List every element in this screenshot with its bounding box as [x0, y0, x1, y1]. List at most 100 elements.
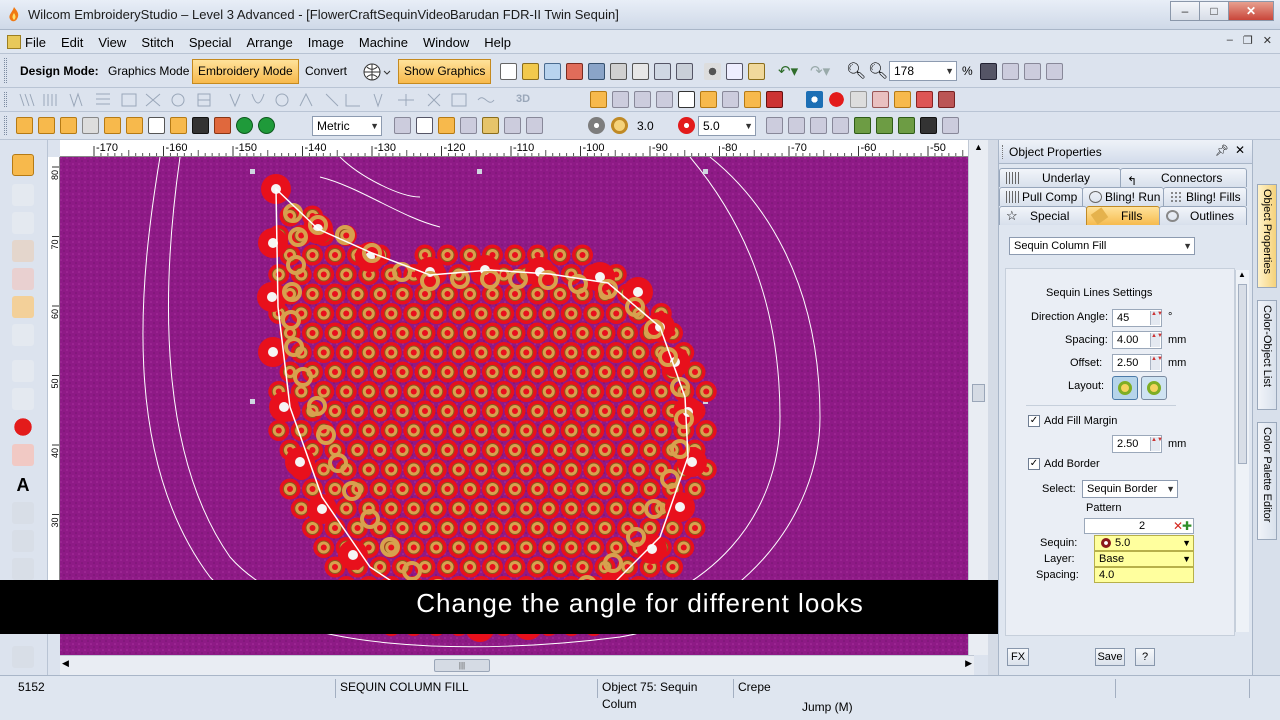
freehand-icon[interactable]	[82, 117, 99, 134]
menu-special[interactable]: Special	[189, 35, 241, 50]
monogram-tool-icon[interactable]	[12, 530, 34, 552]
tab-outlines[interactable]: Outlines	[1159, 206, 1247, 225]
direction-angle-input[interactable]: 45 ▲▼	[1112, 309, 1163, 327]
machine-icon[interactable]	[676, 63, 693, 80]
menu-edit[interactable]: Edit	[61, 35, 92, 50]
document-icon[interactable]	[7, 35, 21, 49]
fill-type-select[interactable]: Sequin Column Fill ▼	[1009, 237, 1195, 255]
scroll-left-icon[interactable]: ◀	[62, 658, 69, 669]
applique-icon[interactable]	[12, 444, 34, 466]
save-icon[interactable]	[588, 63, 605, 80]
panel-grip[interactable]	[1002, 145, 1005, 159]
open-template-icon[interactable]	[544, 63, 561, 80]
export-icon[interactable]	[566, 63, 583, 80]
zoom-box-icon[interactable]	[980, 63, 997, 80]
dock-tab-color-object-list[interactable]: Color-Object List	[1257, 300, 1277, 410]
tab-connectors[interactable]: ↰ Connectors	[1120, 168, 1247, 188]
weld-icon[interactable]	[526, 117, 543, 134]
add-border-checkbox[interactable]: ✓	[1028, 458, 1040, 470]
properties-scroll-thumb[interactable]	[1238, 284, 1247, 464]
lettering-icon[interactable]	[482, 117, 499, 134]
sequin-manual-icon[interactable]	[810, 117, 827, 134]
stitch-type-icons[interactable]	[16, 91, 516, 109]
photo-flash-icon[interactable]	[214, 117, 231, 134]
measure-icon[interactable]	[394, 117, 411, 134]
reshape-icon[interactable]	[12, 184, 34, 206]
3d-button[interactable]: 3D	[516, 93, 530, 105]
sequin-mode-icon[interactable]	[588, 117, 605, 134]
tatami-icon[interactable]	[148, 117, 165, 134]
pin-icon[interactable]: 📌︎	[1215, 144, 1229, 157]
sequin-fill-icon[interactable]	[788, 117, 805, 134]
sequin-colum-fill-icon[interactable]	[876, 117, 893, 134]
show-connectors-icon[interactable]	[678, 91, 695, 108]
menu-view[interactable]: View	[98, 35, 135, 50]
zoom-combo[interactable]: 178 ▼	[889, 61, 957, 81]
sequin-2-size-combo[interactable]: 5.0 ▼	[698, 116, 756, 136]
zoom-out-icon[interactable]: 🔍︎	[868, 61, 888, 81]
tab-bling-fills[interactable]: Bling! Fills	[1163, 187, 1247, 206]
sequin-bead-icon[interactable]	[898, 117, 915, 134]
menu-help[interactable]: Help	[484, 35, 520, 50]
complex-fill-icon[interactable]	[60, 117, 77, 134]
show-grid-icon[interactable]	[806, 91, 823, 108]
pattern-sequin-cell[interactable]: 5.0 ▼	[1094, 535, 1194, 551]
sequin-color-icon[interactable]	[828, 91, 845, 108]
sequin-eraser-icon[interactable]	[942, 117, 959, 134]
paste-icon[interactable]	[748, 63, 765, 80]
offset-input[interactable]: 2.50 ▲▼	[1112, 354, 1163, 372]
sequin-column-icon[interactable]	[854, 117, 871, 134]
fx-button[interactable]: FX	[1007, 648, 1029, 666]
stop-icon[interactable]	[938, 91, 955, 108]
stitch-edit-icon[interactable]	[12, 240, 34, 262]
add-column-icon[interactable]: ✚	[1182, 519, 1192, 533]
picture-icon[interactable]	[192, 117, 209, 134]
pattern-fill-icon[interactable]	[170, 117, 187, 134]
copy-icon[interactable]	[726, 63, 743, 80]
sequin-1-size[interactable]: 3.0	[632, 116, 680, 136]
show-needle-points-icon[interactable]	[656, 91, 673, 108]
knife-icon[interactable]	[12, 212, 34, 234]
more-tools-icon[interactable]	[12, 646, 34, 668]
close-button[interactable]: ✕	[1228, 1, 1274, 21]
tab-bling-run[interactable]: Bling! Run	[1082, 187, 1164, 206]
border-select[interactable]: Sequin Border ▼	[1082, 480, 1178, 498]
globe-icon[interactable]	[362, 62, 392, 82]
horizontal-scrollbar[interactable]: ◀ ||| ▶	[60, 655, 974, 675]
minimize-button[interactable]: –	[1170, 1, 1200, 21]
menu-image[interactable]: Image	[308, 35, 353, 50]
show-appliques-icon[interactable]	[744, 91, 761, 108]
open-icon[interactable]	[522, 63, 539, 80]
pattern-layer-cell[interactable]: Base ▼	[1094, 551, 1194, 567]
show-design-icon[interactable]	[590, 91, 607, 108]
mdi-minimize-button[interactable]: –	[1227, 34, 1233, 47]
maximize-button[interactable]: □	[1199, 1, 1229, 21]
show-all-colors-icon[interactable]	[894, 91, 911, 108]
dock-tab-color-palette-editor[interactable]: Color Palette Editor	[1257, 422, 1277, 540]
satin-icon[interactable]	[126, 117, 143, 134]
convert-button[interactable]: Convert	[299, 59, 353, 84]
zoom-1-1-icon[interactable]	[1024, 63, 1041, 80]
units-combo[interactable]: Metric ▼	[312, 116, 382, 136]
print-preview-icon[interactable]	[632, 63, 649, 80]
hoop-icon[interactable]	[460, 117, 477, 134]
show-bling-icon[interactable]	[722, 91, 739, 108]
embroidery-mode-button[interactable]: Embroidery Mode	[192, 59, 299, 84]
vertical-scroll-thumb[interactable]	[972, 384, 985, 402]
mdi-close-button[interactable]: ✕	[1263, 34, 1272, 47]
paint-icon[interactable]	[916, 91, 933, 108]
zoom-selected-icon[interactable]	[1046, 63, 1063, 80]
colorway-icon[interactable]	[872, 91, 889, 108]
team-names-icon[interactable]	[12, 502, 34, 524]
scroll-up-icon[interactable]: ▲	[1238, 270, 1246, 279]
run-icon[interactable]	[104, 117, 121, 134]
dock-tab-object-properties[interactable]: Object Properties	[1257, 184, 1277, 288]
monogram-icon[interactable]	[504, 117, 521, 134]
cut-icon[interactable]	[704, 63, 721, 80]
color-tool-icon[interactable]	[850, 91, 867, 108]
toolbar-grip[interactable]	[4, 116, 7, 135]
sequin-drop-icon[interactable]	[920, 117, 937, 134]
grid-icon[interactable]	[416, 117, 433, 134]
polygon-icon[interactable]	[12, 324, 34, 346]
menu-window[interactable]: Window	[423, 35, 478, 50]
